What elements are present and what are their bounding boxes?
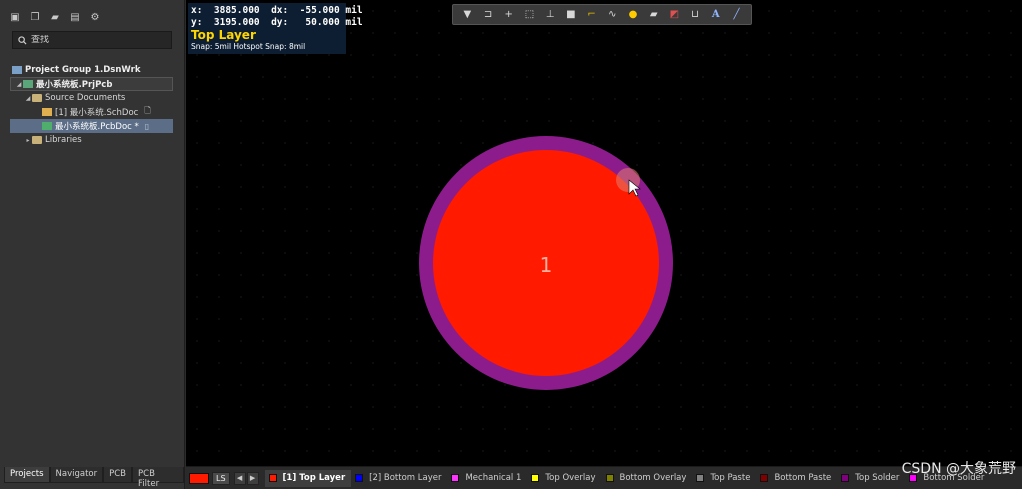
select-area-icon[interactable]: ⬚	[522, 8, 536, 22]
workspace-icon	[12, 66, 22, 74]
search-input[interactable]	[31, 35, 161, 45]
interactive-route-icon[interactable]: ⌐	[585, 8, 599, 22]
layer-tab-label: Top Solder	[855, 473, 900, 483]
current-layer-color[interactable]	[189, 472, 209, 484]
route-select-icon[interactable]: ⊐	[481, 8, 495, 22]
layer-tab[interactable]: Bottom Overlay	[602, 470, 693, 487]
document-icon[interactable]: ❐	[28, 10, 42, 24]
tree-item-project-group[interactable]: Project Group 1.DsnWrk	[10, 63, 174, 77]
layer-tab[interactable]: Top Solder	[837, 470, 905, 487]
folder-settings-icon[interactable]: ▤	[68, 10, 82, 24]
hud-current-layer: Top Layer	[191, 28, 256, 42]
panel-tabs: Projects Navigator PCB PCB Filter	[4, 467, 184, 489]
layer-color-swatch	[355, 474, 364, 482]
hud-x-coordinate: x: 3885.000 dx: -55.000 mil	[191, 5, 363, 16]
pcb-project-icon	[23, 80, 33, 88]
layer-tab[interactable]: Top Paste	[692, 470, 756, 487]
align-icon[interactable]: ⊥	[543, 8, 557, 22]
layer-color-swatch	[268, 474, 277, 482]
tree-item-label: Source Documents	[45, 93, 126, 103]
layer-tab[interactable]: Mechanical 1	[447, 470, 527, 487]
page-icon: 🗋	[144, 106, 151, 115]
scroll-right-icon[interactable]: ▶	[246, 471, 259, 485]
scroll-left-icon[interactable]: ◀	[233, 471, 246, 485]
tree-item-project[interactable]: ◢ 最小系统板.PrjPcb	[10, 77, 173, 91]
folder-icon	[32, 136, 42, 144]
crosshair-icon[interactable]: +	[502, 8, 516, 22]
tree-item-label: Libraries	[45, 135, 82, 145]
save-icon[interactable]: ▣	[8, 10, 22, 24]
search-box[interactable]	[12, 31, 172, 49]
layer-color-swatch	[531, 474, 540, 482]
project-tree: Project Group 1.DsnWrk ◢ 最小系统板.PrjPcb ◢ …	[10, 63, 174, 147]
layer-color-swatch	[605, 474, 614, 482]
layer-tab[interactable]: Bottom Paste	[756, 470, 837, 487]
polygon-icon[interactable]: ▰	[647, 8, 661, 22]
pad-drawing: 1	[419, 136, 673, 390]
tree-item-source-documents[interactable]: ◢ Source Documents	[10, 91, 174, 105]
layer-color-swatch	[760, 474, 769, 482]
layer-tab-label: Mechanical 1	[465, 473, 522, 483]
place-string-icon[interactable]: A	[709, 8, 723, 22]
dimension-icon[interactable]: ⊔	[688, 8, 702, 22]
pcb-canvas[interactable]: 1 x: 3885.000 dx: -55.000 mil y: 3195.00…	[186, 0, 1022, 466]
layer-tab[interactable]: [2] Bottom Layer	[351, 470, 447, 487]
component-icon[interactable]: ■	[564, 8, 578, 22]
layer-tabs-bar: LS ◀ ▶ [1] Top Layer [2] Bottom Layer Mech…	[186, 466, 1022, 489]
layer-tab-label: Top Overlay	[545, 473, 596, 483]
heads-up-display: x: 3885.000 dx: -55.000 mil y: 3195.000 …	[188, 3, 363, 54]
layer-color-swatch	[451, 474, 460, 482]
place-pad-icon[interactable]: ●	[626, 8, 640, 22]
projects-toolbar: ▣ ❐ ▰ ▤ ⚙	[8, 8, 102, 26]
layer-tab-label: Top Paste	[710, 473, 751, 483]
layer-tab[interactable]: [1] Top Layer	[264, 469, 352, 487]
modified-doc-icon: ▯	[144, 121, 150, 131]
tree-item-pcb-doc[interactable]: 最小系统板.PcbDoc * ▯	[10, 119, 173, 133]
diff-pair-icon[interactable]: ∿	[605, 8, 619, 22]
projects-panel: ▣ ❐ ▰ ▤ ⚙ Project Group 1.DsnWrk ◢ 最小系统板…	[0, 0, 185, 489]
open-folder-icon[interactable]: ▰	[48, 10, 62, 24]
layer-tabs: [1] Top Layer [2] Bottom Layer Mechanical …	[264, 469, 991, 487]
layer-set-button[interactable]: LS	[212, 471, 230, 485]
layer-tab-label: Bottom Paste	[774, 473, 832, 483]
tab-pcb[interactable]: PCB	[103, 467, 133, 483]
tab-navigator[interactable]: Navigator	[49, 467, 104, 483]
layer-tab-label: Bottom Overlay	[619, 473, 687, 483]
collapse-arrow-icon[interactable]: ◢	[24, 95, 32, 102]
pcb-doc-icon	[42, 122, 52, 130]
tab-pcb-filter[interactable]: PCB Filter	[132, 467, 184, 489]
place-line-icon[interactable]: ╱	[729, 8, 743, 22]
tree-item-label: 最小系统板.PrjPcb	[36, 80, 113, 90]
active-bar: ▼ ⊐ + ⬚ ⊥ ■ ⌐ ∿ ● ▰ ◩ ⊔ A ╱	[452, 4, 752, 25]
layer-color-swatch	[696, 474, 705, 482]
schematic-doc-icon	[42, 108, 52, 116]
gear-icon[interactable]: ⚙	[88, 10, 102, 24]
collapse-arrow-icon[interactable]: ◢	[15, 81, 23, 88]
layer-tab-label: [1] Top Layer	[282, 473, 346, 483]
tree-item-label: [1] 最小系统.SchDoc	[55, 108, 139, 118]
layer-tab-label: [2] Bottom Layer	[369, 473, 442, 483]
pad-number: 1	[540, 253, 553, 277]
tree-item-schematic[interactable]: [1] 最小系统.SchDoc 🗋	[10, 105, 174, 119]
search-icon	[18, 35, 27, 45]
watermark-text: CSDN @大象荒野	[901, 461, 1016, 477]
filter-icon[interactable]: ▼	[460, 8, 474, 22]
expand-arrow-icon[interactable]: ▸	[24, 137, 32, 144]
tree-item-label: Project Group 1.DsnWrk	[25, 65, 141, 75]
hud-snap-info: Snap: 5mil Hotspot Snap: 8mil	[191, 42, 306, 51]
tree-item-label: 最小系统板.PcbDoc *	[55, 122, 139, 132]
keepout-icon[interactable]: ◩	[667, 8, 681, 22]
tab-projects[interactable]: Projects	[4, 467, 50, 483]
layer-tab[interactable]: Top Overlay	[527, 470, 601, 487]
layer-color-swatch	[841, 474, 850, 482]
folder-icon	[32, 94, 42, 102]
tree-item-libraries[interactable]: ▸ Libraries	[10, 133, 174, 147]
